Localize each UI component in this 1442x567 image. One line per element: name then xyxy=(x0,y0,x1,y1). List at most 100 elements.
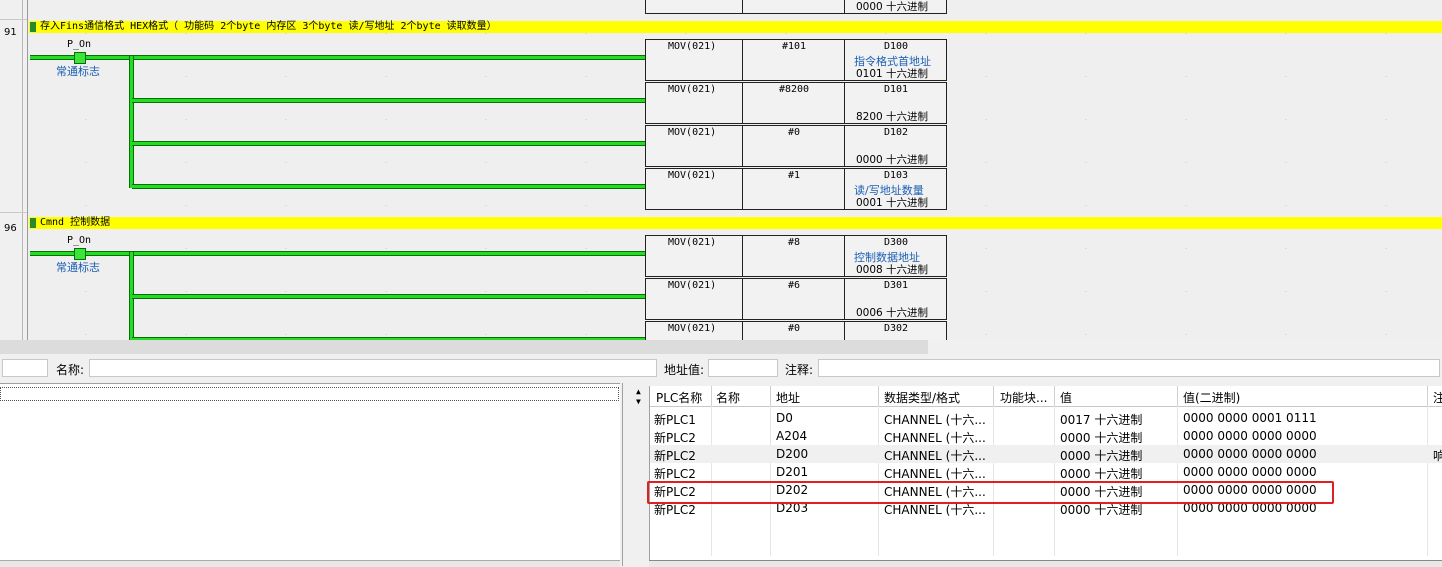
cell-note: 响 xyxy=(1433,449,1442,463)
watch-row[interactable]: 新PLC2 A204 CHANNEL (十六... 0000 十六进制 0000… xyxy=(650,427,1442,445)
instruction-value: 0008 十六进制 xyxy=(856,264,929,276)
focus-row xyxy=(0,387,619,401)
watch-row[interactable]: 新PLC1 D0 CHANNEL (十六... 0017 十六进制 0000 0… xyxy=(650,409,1442,427)
cell-value: 0000 十六进制 xyxy=(1060,431,1143,445)
comment-field[interactable] xyxy=(818,359,1440,377)
col-header-type[interactable]: 数据类型/格式 xyxy=(884,389,992,406)
col-header-binary[interactable]: 值(二进制) xyxy=(1183,389,1423,406)
cell-value: 0000 十六进制 xyxy=(1060,449,1143,463)
rung-number-91: 91 xyxy=(4,27,17,38)
instruction-block[interactable]: MOV(021) #6 D301 0006 十六进制 xyxy=(645,278,947,320)
instruction-block[interactable]: MOV(021) #101 D100 指令格式首地址 0101 十六进制 xyxy=(645,39,947,81)
cell-address: D201 xyxy=(776,465,809,479)
watch-side-bar[interactable]: ▲ ▼ xyxy=(633,383,648,566)
cell-type: CHANNEL (十六... xyxy=(884,431,986,445)
rung-separator xyxy=(0,212,27,213)
cell-value: 0017 十六进制 xyxy=(1060,413,1143,427)
cell-type: CHANNEL (十六... xyxy=(884,467,986,481)
watch-row[interactable]: 新PLC2 D201 CHANNEL (十六... 0000 十六进制 0000… xyxy=(650,463,1442,481)
rung-comment-text: 存入Fins通信格式 HEX格式（ 功能码 2个byte 内存区 3个byte … xyxy=(40,21,497,32)
wire-branch xyxy=(132,294,645,299)
contact-label: P_On xyxy=(67,39,92,50)
instruction-source: #0 xyxy=(787,323,801,334)
instruction-source: #1 xyxy=(787,170,801,181)
col-header-fb[interactable]: 功能块... xyxy=(1000,389,1056,406)
watch-row[interactable]: 新PLC2 D200 CHANNEL (十六... 0000 十六进制 0000… xyxy=(650,445,1442,463)
instruction-dest: D301 xyxy=(883,280,909,291)
instruction-value: 8200 十六进制 xyxy=(856,111,929,123)
cell-address: D0 xyxy=(776,411,793,425)
instruction-block[interactable]: MOV(021) #0 D302 xyxy=(645,321,947,340)
col-header-address[interactable]: 地址 xyxy=(776,389,876,406)
instruction-block-prev[interactable]: 0000 十六进制 xyxy=(645,0,947,14)
instruction-value: 0101 十六进制 xyxy=(856,68,929,80)
rung-number-gutter: 91 96 xyxy=(0,0,28,340)
symbol-field[interactable] xyxy=(2,359,48,377)
col-header-note[interactable]: 注 xyxy=(1433,389,1442,406)
wire-main xyxy=(30,251,645,256)
ladder-diagram[interactable]: 91 96 0000 十六进制 存入Fins通信格式 HEX格式（ 功能码 2个… xyxy=(0,0,1442,340)
instruction-opcode: MOV(021) xyxy=(668,280,717,291)
instruction-source: #0 xyxy=(787,127,801,138)
instruction-block[interactable]: MOV(021) #8200 D101 8200 十六进制 xyxy=(645,82,947,124)
rung-comment-91[interactable]: 存入Fins通信格式 HEX格式（ 功能码 2个byte 内存区 3个byte … xyxy=(29,21,1442,33)
cell-plc: 新PLC2 xyxy=(654,449,696,463)
instruction-value: 0000 十六进制 xyxy=(856,154,929,166)
red-highlight-box xyxy=(647,481,1334,504)
instruction-dest: D302 xyxy=(883,323,909,334)
comment-label: 注释: xyxy=(785,363,814,377)
instruction-opcode: MOV(021) xyxy=(668,84,717,95)
symbol-info-bar: 名称: 地址值: 注释: xyxy=(0,356,1442,380)
name-label: 名称: xyxy=(56,363,85,377)
col-header-name[interactable]: 名称 xyxy=(716,389,768,406)
instruction-source: #8200 xyxy=(778,84,810,95)
gutter-line xyxy=(22,0,23,340)
cell-plc: 新PLC2 xyxy=(654,467,696,481)
instruction-block[interactable]: MOV(021) #8 D300 控制数据地址 0008 十六进制 xyxy=(645,235,947,277)
cell-binary: 0000 0000 0001 0111 xyxy=(1183,411,1317,425)
up-arrow-icon[interactable]: ▲ xyxy=(636,387,641,396)
rung-comment-96[interactable]: Cmnd 控制数据 xyxy=(29,217,1442,229)
watch-header: PLC名称 名称 地址 数据类型/格式 功能块... 值 值(二进制) 注 xyxy=(650,386,1442,407)
instruction-value: 0000 十六进制 xyxy=(856,1,929,13)
cell-plc: 新PLC2 xyxy=(654,431,696,445)
rung-number-96: 96 xyxy=(4,223,17,234)
instruction-dest: D101 xyxy=(883,84,909,95)
instruction-dest: D100 xyxy=(883,41,909,52)
instruction-dest: D102 xyxy=(883,127,909,138)
instruction-value: 0006 十六进制 xyxy=(856,307,929,319)
rung-separator xyxy=(0,19,27,20)
col-header-value[interactable]: 值 xyxy=(1060,389,1170,406)
down-arrow-icon[interactable]: ▼ xyxy=(636,397,641,406)
cell-binary: 0000 0000 0000 0000 xyxy=(1183,429,1317,443)
instruction-source: #101 xyxy=(781,41,807,52)
address-field[interactable] xyxy=(708,359,778,377)
rung-comment-text: Cmnd 控制数据 xyxy=(40,217,111,228)
cell-type: CHANNEL (十六... xyxy=(884,413,986,427)
cell-binary: 0000 0000 0000 0000 xyxy=(1183,447,1317,461)
name-field[interactable] xyxy=(89,359,657,377)
col-header-plc[interactable]: PLC名称 xyxy=(656,389,712,406)
cell-type: CHANNEL (十六... xyxy=(884,449,986,463)
contact-comment: 常通标志 xyxy=(56,65,100,78)
ladder-horizontal-scrollbar[interactable] xyxy=(0,340,928,354)
cell-address: A204 xyxy=(776,429,808,443)
instruction-opcode: MOV(021) xyxy=(668,323,717,334)
instruction-source: #8 xyxy=(787,237,801,248)
instruction-opcode: MOV(021) xyxy=(668,127,717,138)
wire-main xyxy=(30,55,645,60)
watch-window[interactable]: PLC名称 名称 地址 数据类型/格式 功能块... 值 值(二进制) 注 新P… xyxy=(649,386,1442,566)
instruction-value: 0001 十六进制 xyxy=(856,197,929,209)
instruction-block[interactable]: MOV(021) #1 D103 读/写地址数量 0001 十六进制 xyxy=(645,168,947,210)
instruction-block[interactable]: MOV(021) #0 D102 0000 十六进制 xyxy=(645,125,947,167)
output-pane[interactable] xyxy=(0,383,620,567)
instruction-dest: D300 xyxy=(883,237,909,248)
address-label: 地址值: xyxy=(664,363,705,377)
wire-branch xyxy=(132,184,645,189)
instruction-opcode: MOV(021) xyxy=(668,41,717,52)
cell-value: 0000 十六进制 xyxy=(1060,467,1143,481)
contact-comment: 常通标志 xyxy=(56,261,100,274)
comment-marker xyxy=(30,22,36,32)
cell-plc: 新PLC1 xyxy=(654,413,696,427)
instruction-opcode: MOV(021) xyxy=(668,237,717,248)
